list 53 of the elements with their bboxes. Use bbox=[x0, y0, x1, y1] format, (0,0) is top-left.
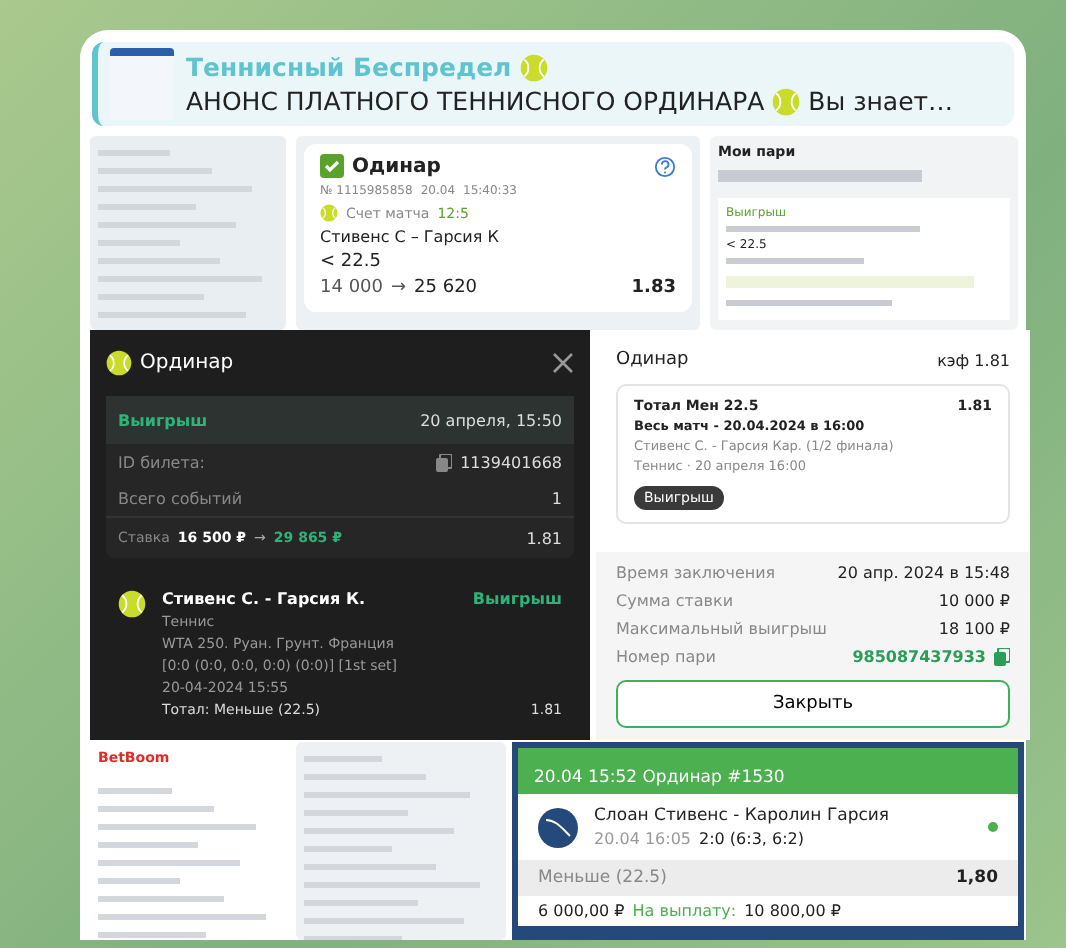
reply-thumbnail bbox=[110, 48, 174, 120]
status-text: Выигрыш bbox=[118, 411, 208, 429]
bet-title: Одинар bbox=[352, 155, 441, 177]
row-label: ID билета: bbox=[118, 453, 205, 471]
row-label: Всего событий bbox=[118, 489, 243, 507]
row-value: 1 bbox=[551, 489, 562, 507]
channel-name: Теннисный Беспредел bbox=[186, 52, 512, 82]
detail-label: Максимальный выигрыш bbox=[616, 620, 827, 638]
odds-text: 1.83 bbox=[631, 278, 676, 298]
match-name: Стивенс С. - Гарсия К. bbox=[162, 590, 366, 608]
detail-label: Время заключения bbox=[616, 564, 776, 582]
status-text: Выигрыш bbox=[472, 590, 562, 608]
help-icon[interactable] bbox=[654, 155, 676, 177]
coupon-header: 20.04 15:52 Ординар #1530 bbox=[534, 768, 785, 788]
tennis-ball-icon bbox=[320, 204, 338, 222]
stake-amount: 6 000,00 ₽ bbox=[538, 902, 625, 920]
payout-label: На выплату: bbox=[632, 902, 737, 920]
detail-value: 10 000 ₽ bbox=[938, 592, 1010, 610]
detail-value: 20 апр. 2024 в 15:48 bbox=[837, 564, 1010, 582]
ticket-title: Одинар bbox=[616, 350, 689, 370]
odds-text: 1,80 bbox=[956, 868, 998, 888]
bet-number: 985087437933 bbox=[852, 648, 986, 666]
tennis-ball-icon bbox=[538, 807, 578, 847]
payout-amount: 10 800,00 ₽ bbox=[744, 902, 841, 920]
match-score: 2:0 (6:3, 6:2) bbox=[699, 830, 804, 848]
odds-text: кэф 1.81 bbox=[937, 351, 1010, 369]
payout-amount: 25 620 bbox=[414, 278, 478, 298]
detail-value: 18 100 ₽ bbox=[938, 620, 1010, 638]
tennis-ball-icon bbox=[118, 590, 146, 618]
reply-text: Вы знает… bbox=[808, 86, 954, 116]
check-icon bbox=[320, 154, 344, 178]
pick-text: < 22.5 bbox=[320, 252, 383, 272]
copy-icon[interactable] bbox=[994, 648, 1010, 666]
match-name: Стивенс С – Гарсия К bbox=[320, 228, 501, 246]
copy-icon[interactable] bbox=[436, 453, 453, 471]
match-time: 20.04 16:05 bbox=[594, 830, 691, 848]
reply-preview[interactable]: Теннисный Беспредел АНОНС ПЛАТНОГО ТЕННИСНОГО ОРДИНАРА Вы знает… bbox=[92, 42, 1014, 126]
match-name: Слоан Стивенс - Каролин Гарсия bbox=[594, 806, 890, 826]
tennis-ball-icon bbox=[106, 350, 132, 376]
pick-text: Меньше (22.5) bbox=[538, 868, 667, 888]
arrow-text: → bbox=[391, 278, 407, 298]
ticket-title: Ординар bbox=[140, 352, 234, 374]
close-button[interactable]: Закрыть bbox=[616, 680, 1010, 728]
odds-text: 1.81 bbox=[526, 529, 562, 547]
row-value: 1139401668 bbox=[460, 453, 562, 471]
close-icon[interactable] bbox=[552, 352, 574, 374]
detail-label: Сумма ставки bbox=[616, 592, 734, 610]
detail-label: Номер пари bbox=[616, 648, 716, 666]
reply-text: АНОНС ПЛАТНОГО ТЕННИСНОГО ОРДИНАРА bbox=[186, 86, 765, 116]
tennis-ball-icon bbox=[772, 87, 801, 115]
tennis-ball-icon bbox=[519, 53, 548, 81]
date-text: 20 апреля, 15:50 bbox=[420, 411, 562, 429]
stake-amount: 14 000 bbox=[320, 278, 383, 298]
